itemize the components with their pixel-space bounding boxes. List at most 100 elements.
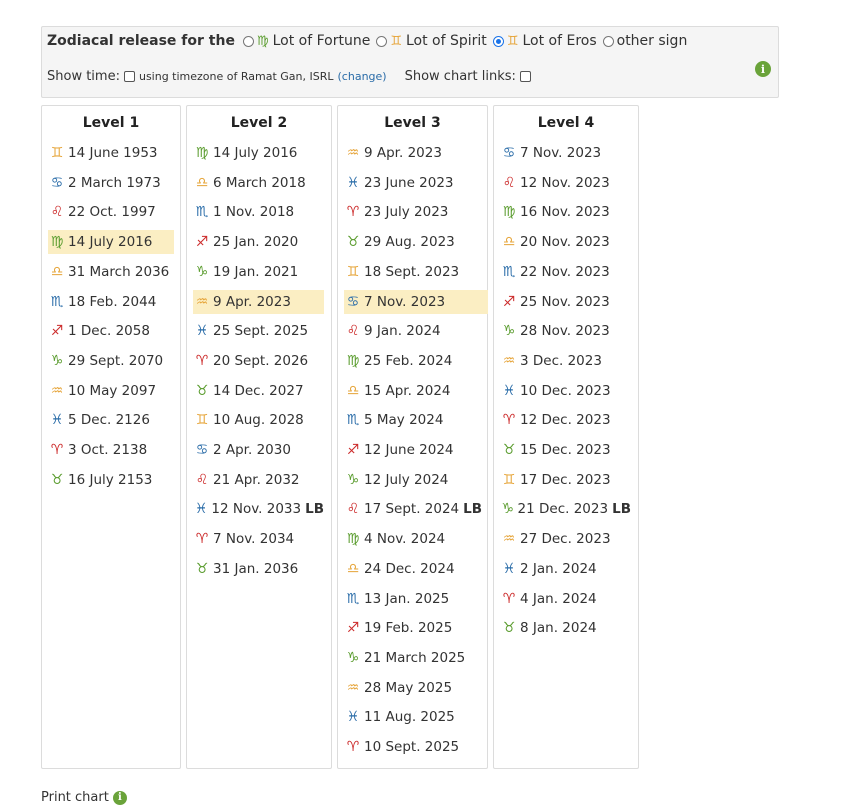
show-chart-links-checkbox[interactable] — [519, 70, 531, 82]
gemini-icon: ♊ — [346, 263, 360, 280]
taurus-icon: ♉ — [502, 620, 516, 637]
period-date: 1 Dec. 2058 — [68, 323, 150, 340]
cancer-icon: ♋ — [346, 293, 360, 310]
period-date: 19 Feb. 2025 — [364, 620, 453, 637]
period-row: ♋ 2 Apr. 2030 — [193, 438, 324, 462]
period-row: ♓ 12 Nov. 2033 LB — [193, 497, 324, 521]
option-label: other sign — [616, 33, 688, 49]
period-date: 14 July 2016 — [213, 145, 298, 161]
taurus-icon: ♉ — [50, 471, 64, 488]
virgo-icon: ♍ — [502, 204, 516, 221]
period-row: ♐ 1 Dec. 2058 — [48, 319, 174, 343]
level-2-column: Level 2 ♍ 14 July 2016 ♎ 6 March 2018 ♏ 1 Nov… — [186, 105, 332, 769]
period-row: ♎ 6 March 2018 — [193, 171, 324, 195]
period-date: 12 Dec. 2023 — [520, 412, 611, 429]
cancer-icon: ♋ — [50, 174, 64, 191]
gemini-icon: ♊ — [502, 471, 516, 488]
print-chart[interactable]: Print chart i — [41, 790, 127, 805]
period-date: 10 Dec. 2023 — [520, 382, 611, 399]
period-date: 20 Nov. 2023 — [520, 234, 610, 251]
show-time-checkbox[interactable] — [123, 70, 135, 82]
period-date: 9 Jan. 2024 — [364, 323, 441, 340]
current-period-row: ♋ 7 Nov. 2023 — [344, 289, 488, 314]
period-date: 29 Aug. 2023 — [364, 234, 455, 251]
current-period-row: ♒ 9 Apr. 2023 — [193, 289, 324, 314]
period-date: 7 Nov. 2034 — [213, 531, 295, 548]
release-title: Zodiacal release for the — [47, 33, 235, 49]
virgo-icon: ♍ — [346, 352, 360, 369]
aquarius-icon: ♒ — [346, 145, 360, 161]
scorpio-icon: ♏ — [346, 412, 360, 429]
info-icon[interactable]: i — [755, 61, 771, 77]
change-timezone-link[interactable]: (change) — [338, 70, 387, 83]
period-date: 23 June 2023 — [364, 174, 454, 191]
period-date: 7 Nov. 2023 — [520, 145, 602, 161]
sagittarius-icon: ♐ — [346, 442, 360, 458]
pisces-icon: ♓ — [194, 501, 208, 518]
option-lot-of-spirit[interactable]: ♊ Lot of Spirit — [376, 33, 487, 49]
period-row: ♑ 19 Jan. 2021 — [193, 260, 324, 284]
radio-lot-of-fortune[interactable] — [242, 35, 254, 47]
period-date: 25 Sept. 2025 — [213, 323, 309, 340]
period-date: 31 Jan. 2036 — [213, 560, 299, 577]
period-date: 17 Dec. 2023 — [520, 471, 611, 488]
radio-other-sign[interactable] — [602, 35, 614, 47]
radio-lot-of-eros[interactable] — [492, 35, 504, 47]
period-row: ♓ 25 Sept. 2025 — [193, 319, 324, 343]
period-date: 19 Jan. 2021 — [213, 263, 299, 280]
period-row: ♈ 4 Jan. 2024 — [500, 587, 631, 611]
show-time-label: Show time: — [47, 68, 120, 84]
period-row: ♉ 29 Aug. 2023 — [344, 230, 488, 254]
aquarius-icon: ♒ — [502, 352, 516, 369]
pisces-icon: ♓ — [502, 560, 516, 577]
options-panel: Zodiacal release for the ♍ Lot of Fortun… — [41, 26, 779, 98]
radio-lot-of-spirit[interactable] — [376, 35, 388, 47]
period-date: 9 Apr. 2023 — [213, 293, 291, 310]
aquarius-icon: ♒ — [502, 531, 516, 548]
loosing-bond-badge: LB — [305, 501, 324, 518]
capricorn-icon: ♑ — [50, 352, 64, 369]
timezone-text: using timezone of Ramat Gan, ISRL — [138, 69, 334, 83]
virgo-icon: ♍ — [50, 234, 64, 251]
loosing-bond-badge: LB — [612, 501, 631, 518]
option-lot-of-eros[interactable]: ♊ Lot of Eros — [492, 33, 597, 49]
option-other-sign[interactable]: other sign — [602, 33, 688, 49]
display-options: Show time: using timezone of Ramat Gan, … — [47, 67, 535, 85]
period-row: ♎ 15 Apr. 2024 — [344, 379, 488, 403]
gemini-icon: ♊ — [390, 33, 402, 49]
aries-icon: ♈ — [195, 531, 209, 548]
period-row: ♓ 5 Dec. 2126 — [48, 408, 174, 432]
capricorn-icon: ♑ — [346, 471, 360, 488]
period-row: ♎ 31 March 2036 — [48, 260, 174, 284]
print-chart-link[interactable]: Print chart — [41, 790, 109, 805]
period-date: 14 July 2016 — [68, 234, 153, 251]
period-date: 28 Nov. 2023 — [520, 323, 610, 340]
period-date: 3 Oct. 2138 — [68, 442, 148, 458]
leo-icon: ♌ — [346, 501, 360, 518]
period-date: 4 Nov. 2024 — [364, 531, 446, 548]
scorpio-icon: ♏ — [346, 590, 360, 607]
capricorn-icon: ♑ — [195, 263, 209, 280]
sagittarius-icon: ♐ — [346, 620, 360, 637]
period-date: 2 Apr. 2030 — [213, 442, 291, 458]
pisces-icon: ♓ — [50, 412, 64, 429]
period-row: ♈ 12 Dec. 2023 — [500, 408, 631, 432]
option-lot-of-fortune[interactable]: ♍ Lot of Fortune — [242, 33, 370, 49]
period-date: 10 Sept. 2025 — [364, 739, 460, 755]
info-icon[interactable]: i — [112, 790, 127, 805]
period-row: ♒ 9 Apr. 2023 — [344, 141, 488, 165]
period-row: ♈ 23 July 2023 — [344, 200, 488, 224]
taurus-icon: ♉ — [502, 442, 516, 458]
period-row: ♌ 22 Oct. 1997 — [48, 200, 174, 224]
period-date: 21 March 2025 — [364, 649, 466, 666]
sagittarius-icon: ♐ — [502, 293, 516, 310]
period-row: ♌ 17 Sept. 2024 LB — [344, 497, 488, 521]
capricorn-icon: ♑ — [501, 501, 515, 518]
scorpio-icon: ♏ — [195, 204, 209, 221]
period-row: ♍ 4 Nov. 2024 — [344, 527, 488, 551]
period-date: 6 March 2018 — [213, 174, 306, 191]
period-date: 21 Apr. 2032 — [213, 471, 300, 488]
period-row: ♐ 12 June 2024 — [344, 438, 488, 462]
period-row: ♎ 24 Dec. 2024 — [344, 557, 488, 581]
period-row: ♒ 3 Dec. 2023 — [500, 349, 631, 373]
